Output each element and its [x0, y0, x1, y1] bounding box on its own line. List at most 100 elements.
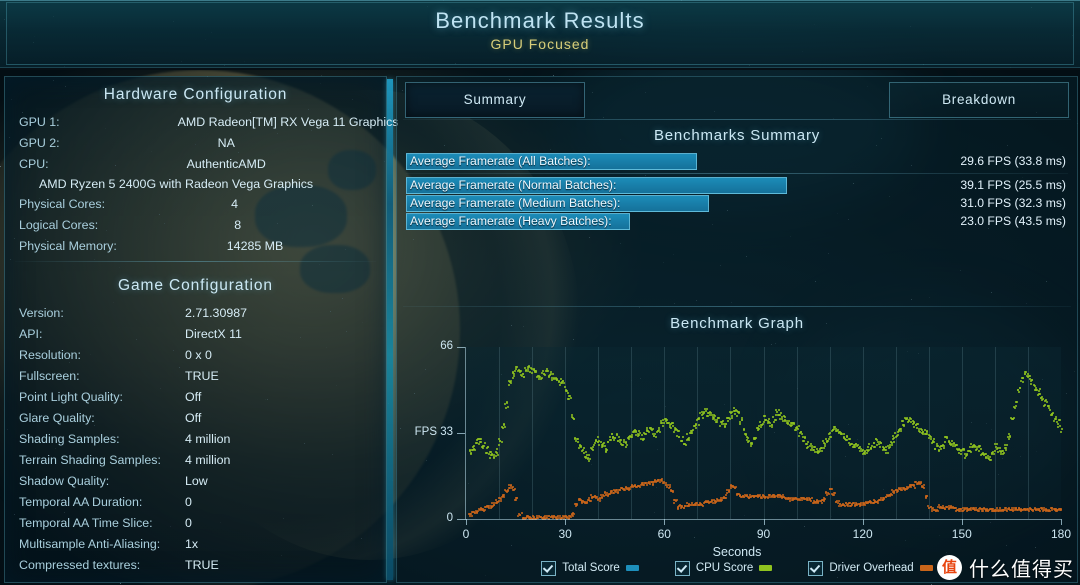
config-row-key: Compressed textures: [19, 558, 141, 572]
graph-data-point [969, 450, 972, 453]
graph-data-point [620, 438, 623, 441]
gridline-vertical [697, 347, 699, 519]
graph-data-point [508, 383, 511, 386]
graph-data-point [937, 509, 939, 512]
graph-data-point [507, 490, 510, 492]
page-title: Benchmark Results [435, 8, 645, 33]
y-axis-tick-label: 0 [446, 512, 453, 524]
graph-data-point [677, 430, 680, 433]
graph-data-point [519, 370, 522, 372]
graph-data-point [1014, 405, 1017, 408]
graph-data-point [759, 421, 761, 424]
graph-data-point [684, 444, 687, 447]
graph-data-point [1029, 374, 1032, 377]
graph-data-point [614, 436, 617, 439]
graph-data-point [474, 449, 477, 452]
tab-summary[interactable]: Summary [405, 82, 585, 118]
graph-data-point [683, 507, 686, 510]
checkbox-icon[interactable] [808, 560, 824, 576]
y-axis-tick [457, 519, 465, 520]
config-row: Version: 2.71.30987 [5, 303, 386, 324]
benchmark-graph-section: Benchmark Graph 0 FPS 33 66 0 30 60 90 120 150 1… [397, 309, 1077, 581]
config-row: Shading Samples: 4 million [5, 429, 386, 450]
y-axis-tick-label: 66 [440, 340, 453, 352]
graph-data-point [885, 449, 887, 452]
graph-data-point [682, 435, 684, 438]
config-row-key: Glare Quality: [19, 411, 95, 425]
summary-bar-label: Average Framerate (Medium Batches): [410, 196, 621, 210]
graph-data-point [1053, 419, 1056, 422]
tab-breakdown[interactable]: Breakdown [889, 82, 1069, 118]
x-axis-tick [763, 519, 765, 525]
graph-data-point [888, 445, 891, 448]
graph-data-point [1022, 376, 1025, 379]
x-axis-tick [565, 519, 567, 525]
graph-data-point [886, 451, 889, 454]
graph-data-point [863, 503, 866, 506]
graph-data-point [876, 444, 879, 447]
graph-data-point [644, 433, 647, 436]
graph-data-point [507, 405, 510, 408]
graph-data-point [582, 449, 584, 452]
graph-data-point [830, 487, 833, 490]
gridline-vertical [499, 347, 501, 519]
graph-data-point [582, 451, 585, 454]
summary-bar-value: 39.1 FPS (25.5 ms) [960, 178, 1066, 192]
x-axis-tick-label: 0 [462, 527, 470, 541]
graph-data-point [800, 433, 803, 436]
y-axis-tick [457, 433, 465, 434]
config-row: Temporal AA Duration: 0 [5, 492, 386, 513]
graph-data-point [496, 453, 499, 456]
graph-data-point [727, 420, 729, 423]
config-row-value: 4 million [185, 432, 231, 446]
graph-data-point [642, 437, 645, 440]
summary-bar-row: Average Framerate (Medium Batches): 31.0 … [406, 195, 1068, 212]
graph-data-point [1031, 379, 1034, 382]
graph-data-point [713, 415, 716, 418]
config-row: Resolution: 0 x 0 [5, 345, 386, 366]
graph-data-point [880, 441, 883, 444]
graph-data-point [618, 489, 621, 492]
config-row-value: Low [185, 474, 208, 488]
graph-data-point [702, 504, 705, 507]
x-axis-tick-label: 90 [756, 527, 771, 541]
graph-data-point [1017, 391, 1020, 394]
config-row-key: CPU: [19, 157, 49, 171]
graph-data-point [903, 424, 906, 427]
graph-data-point [832, 494, 835, 497]
graph-data-point [520, 512, 523, 515]
graph-data-point [654, 433, 657, 435]
graph-data-point [942, 446, 945, 449]
checkbox-icon[interactable] [541, 560, 557, 576]
graph-data-point [610, 433, 613, 436]
graph-data-point [989, 458, 992, 461]
graph-data-point [624, 445, 627, 448]
graph-data-point [747, 437, 750, 439]
graph-data-point [797, 428, 800, 431]
graph-data-point [506, 401, 508, 403]
gridline-vertical [994, 347, 996, 519]
graph-data-point [939, 447, 942, 450]
x-axis-tick [664, 519, 666, 525]
graph-data-point [1058, 419, 1061, 422]
graph-data-point [592, 443, 595, 446]
hardware-config-list: GPU 1: AMD Radeon[TM] RX Vega 11 Graphics… [5, 112, 398, 257]
graph-data-point [866, 445, 869, 448]
graph-data-point [718, 417, 721, 420]
graph-data-point [613, 438, 616, 441]
config-row: Point Light Quality: Off [5, 387, 386, 408]
summary-graph-divider [403, 306, 1071, 307]
gridline-vertical [928, 347, 930, 519]
legend-item-driver-overhead[interactable]: Driver Overhead [808, 560, 933, 576]
config-row-key: Multisample Anti-Aliasing: [19, 537, 161, 551]
graph-data-point [695, 424, 697, 426]
legend-item-total-score[interactable]: Total Score [541, 560, 639, 576]
panel-accent-strip [387, 79, 393, 580]
checkbox-icon[interactable] [674, 560, 690, 576]
graph-data-point [672, 422, 674, 425]
graph-data-point [721, 498, 723, 501]
legend-item-cpu-score[interactable]: CPU Score [674, 560, 773, 576]
graph-data-point [741, 418, 744, 421]
graph-data-point [826, 440, 829, 443]
config-row: Fullscreen: TRUE [5, 366, 386, 387]
